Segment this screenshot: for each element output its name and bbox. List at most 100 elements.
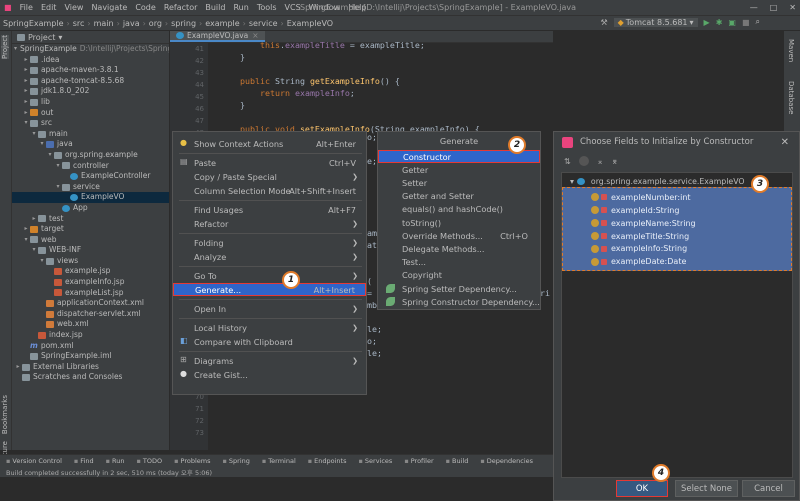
field-item[interactable]: exampleId:String [591,204,679,217]
chevron-right-icon[interactable]: ▸ [14,362,22,373]
chevron-right-icon[interactable]: ▸ [30,214,38,225]
menu-run[interactable]: Run [229,3,252,12]
tree-item[interactable]: ▾ web [12,235,169,246]
tool-spring[interactable]: ▪ Spring [216,457,255,465]
tree-item[interactable]: exampleList.jsp [12,288,169,299]
context-item-generate[interactable]: Generate... Alt+Insert [173,283,366,296]
tree-item[interactable]: ▾ service [12,182,169,193]
tool-services[interactable]: ▪ Services [353,457,399,465]
tree-item[interactable]: ▸ apache-maven-3.8.1 [12,65,169,76]
cancel-button[interactable]: Cancel [742,480,795,497]
tree-item[interactable]: SpringExample.iml [12,351,169,362]
tree-item[interactable]: ▾ src [12,118,169,129]
chevron-right-icon[interactable]: ▸ [22,224,30,235]
tree-item[interactable]: dispatcher-servlet.xml [12,309,169,320]
field-item[interactable]: exampleDate:Date [591,256,686,269]
code-line[interactable]: } [220,99,480,111]
chevron-down-icon[interactable]: ▾ [22,118,30,129]
run-config-select[interactable]: ◆ Tomcat 8.5.681 ▾ [613,17,698,27]
expand-all-icon[interactable]: ⌅ [597,157,604,166]
menu-build[interactable]: Build [201,3,229,12]
chevron-right-icon[interactable]: ▸ [22,55,30,66]
generate-item-equals-and-hashcode[interactable]: equals() and hashCode() [378,203,540,216]
field-item[interactable]: exampleName:String [591,217,696,230]
collapse-all-icon[interactable]: ⌆ [611,157,618,166]
tree-item[interactable]: ▸ jdk1.8.0_202 [12,86,169,97]
context-item-folding[interactable]: Folding ❯ [173,236,366,249]
tree-item[interactable]: ▾ views [12,256,169,267]
tree-item[interactable]: ▾ controller [12,161,169,172]
tree-item[interactable]: ▸ out [12,108,169,119]
project-panel-title[interactable]: Project [28,33,55,42]
context-item-go-to[interactable]: Go To ❯ [173,269,366,282]
show-classes-icon[interactable] [578,156,589,166]
tree-item[interactable]: web.xml [12,319,169,330]
bookmarks-tool-tab[interactable]: Bookmarks [1,395,9,434]
chevron-down-icon[interactable]: ▾ [22,235,30,246]
maximize-icon[interactable]: □ [770,3,778,12]
generate-item-setter[interactable]: Setter [378,176,540,189]
context-item-find-usages[interactable]: Find Usages Alt+F7 [173,203,366,216]
tool-profiler[interactable]: ▪ Profiler [398,457,439,465]
breadcrumb-item[interactable]: ExampleVO [284,19,336,28]
tree-item[interactable]: index.jsp [12,330,169,341]
breadcrumb-item[interactable]: java [120,19,143,28]
ok-button[interactable]: OK [616,480,668,497]
tree-item[interactable]: ▸ External Libraries [12,362,169,373]
tree-item[interactable]: ExampleController [12,171,169,182]
tool-find[interactable]: ▪ Find [68,457,100,465]
chevron-down-icon[interactable]: ▾ [30,245,38,256]
tree-item[interactable]: applicationContext.xml [12,298,169,309]
chevron-down-icon[interactable]: ▾ [46,150,54,161]
tree-item[interactable]: ▾ SpringExample D:\Intellij\Projects\Sprin… [12,44,169,55]
chevron-right-icon[interactable]: ▸ [22,65,30,76]
context-item-paste[interactable]: ▤ Paste Ctrl+V [173,156,366,169]
tree-item[interactable]: ▾ main [12,129,169,140]
code-line[interactable]: public String getExampleInfo() { [220,75,480,87]
tree-item[interactable]: ▸ target [12,224,169,235]
chevron-down-icon[interactable]: ▾ [38,139,46,150]
chevron-down-icon[interactable]: ▾ [14,44,17,55]
tree-item[interactable]: ▾ WEB-INF [12,245,169,256]
sort-icon[interactable]: ⇅ [564,157,571,166]
tree-item[interactable]: ▸ lib [12,97,169,108]
context-item-column-selection-mode[interactable]: Column Selection Mode Alt+Shift+Insert [173,184,366,197]
tree-item[interactable]: App [12,203,169,214]
chevron-down-icon[interactable]: ▾ [30,129,38,140]
field-item[interactable]: exampleInfo:String [591,243,687,256]
generate-item-copyright[interactable]: Copyright [378,269,540,282]
code-line[interactable]: this.exampleTitle = exampleTitle; [220,39,480,51]
menu-navigate[interactable]: Navigate [87,3,131,12]
select-none-button[interactable]: Select None [675,480,738,497]
tree-item[interactable]: example.jsp [12,266,169,277]
run-icon[interactable]: ▶ [704,18,710,27]
context-item-refactor[interactable]: Refactor ❯ [173,217,366,230]
context-item-local-history[interactable]: Local History ❯ [173,321,366,334]
project-tool-tab[interactable]: Project [1,35,9,59]
chevron-down-icon[interactable]: ▾ [58,33,62,42]
tree-item[interactable]: ▾ org.spring.example [12,150,169,161]
chevron-right-icon[interactable]: ▸ [22,76,30,87]
generate-item-test[interactable]: Test... [378,256,540,269]
code-line[interactable]: } [220,51,480,63]
class-node[interactable]: ▾ org.spring.example.service.ExampleVO [570,177,745,186]
generate-item-getter[interactable]: Getter [378,163,540,176]
hammer-icon[interactable]: ⚒ [600,18,607,27]
status-message[interactable]: Build completed successfully in 2 sec, 5… [6,467,212,477]
breadcrumb-item[interactable]: example [202,19,242,28]
field-item[interactable]: exampleTitle:String [591,230,689,243]
tree-item[interactable]: ExampleVO [12,192,169,203]
tree-item[interactable]: ▾ java [12,139,169,150]
context-item-create-gist[interactable]: ● Create Gist... [173,368,366,381]
close-icon[interactable]: ✕ [781,137,789,148]
context-item-copy-paste-special[interactable]: Copy / Paste Special ❯ [173,170,366,183]
chevron-down-icon[interactable]: ▾ [570,177,574,186]
tree-item[interactable]: m pom.xml [12,341,169,352]
menu-edit[interactable]: Edit [37,3,61,12]
menu-refactor[interactable]: Refactor [160,3,202,12]
menu-file[interactable]: File [16,3,37,12]
context-item-analyze[interactable]: Analyze ❯ [173,250,366,263]
code-line[interactable] [220,111,480,123]
breadcrumb-item[interactable]: SpringExample [0,19,67,28]
generate-item-delegate-methods[interactable]: Delegate Methods... [378,242,540,255]
